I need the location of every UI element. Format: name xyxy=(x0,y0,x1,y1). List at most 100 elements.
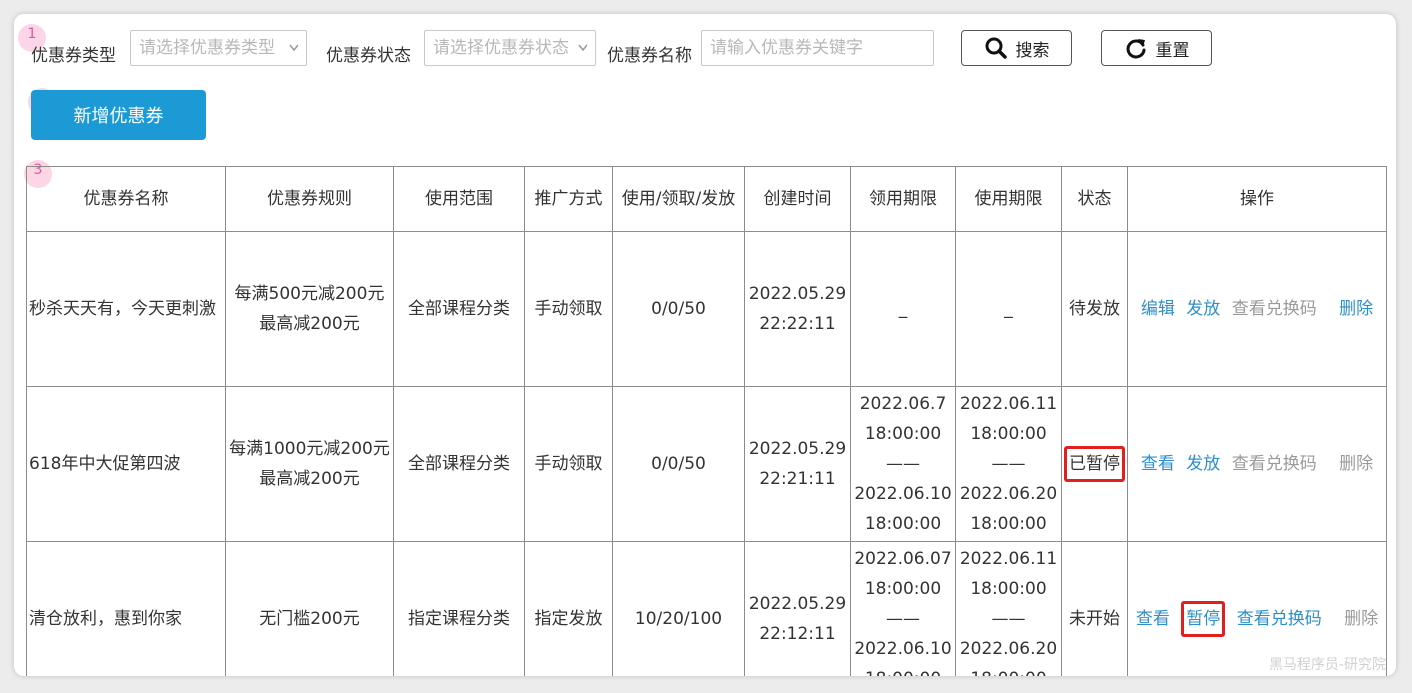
counts-cell: 0/0/50 xyxy=(612,386,745,542)
use-period-cell: 2022.06.11 18:00:00 —— 2022.06.20 18:00:… xyxy=(955,386,1062,542)
pause-link-highlighted[interactable]: 暂停 xyxy=(1181,601,1226,637)
claim-separator: —— xyxy=(886,609,920,629)
delete-link[interactable]: 删除 xyxy=(1339,294,1373,324)
use-start-time: 18:00:00 xyxy=(970,579,1047,599)
coupon-name-cell: 秒杀天天有，今天更刺激 xyxy=(26,231,226,387)
coupon-table: 优惠券名称 优惠券规则 使用范围 推广方式 使用/领取/发放 创建时间 领用期限… xyxy=(26,166,1387,676)
rule-line: 最高减200元 xyxy=(259,314,360,334)
add-coupon-button[interactable]: 新增优惠券 xyxy=(31,90,206,140)
reset-button[interactable]: 重置 xyxy=(1101,30,1212,66)
coupon-name-label: 优惠券名称 xyxy=(607,46,692,66)
status-cell: 待发放 xyxy=(1061,231,1128,387)
coupon-status-select[interactable]: 请选择优惠券状态 xyxy=(424,30,596,66)
rule-line: 每满500元减200元 xyxy=(234,284,385,304)
use-separator: —— xyxy=(991,454,1026,474)
status-cell: 已暂停 xyxy=(1061,386,1128,542)
status-badge-highlighted: 已暂停 xyxy=(1064,446,1125,482)
use-start-time: 18:00:00 xyxy=(970,424,1047,444)
view-codes-link[interactable]: 查看兑换码 xyxy=(1232,449,1317,479)
created-time-cell: 2022.05.29 22:22:11 xyxy=(744,231,851,387)
view-codes-link[interactable]: 查看兑换码 xyxy=(1232,294,1317,324)
claim-period-cell: _ xyxy=(850,231,956,387)
use-period-cell: 2022.06.11 18:00:00 —— 2022.06.20 18:00:… xyxy=(955,541,1062,676)
use-separator: —— xyxy=(991,609,1026,629)
header-status: 状态 xyxy=(1061,166,1128,232)
search-button-label: 搜索 xyxy=(1015,40,1050,61)
claim-period-cell: 2022.06.7 18:00:00 —— 2022.06.10 18:00:0… xyxy=(850,386,956,542)
search-button[interactable]: 搜索 xyxy=(961,30,1072,66)
claim-end-date: 2022.06.10 xyxy=(854,484,952,504)
coupon-management-panel: 1 2 3 优惠券类型 请选择优惠券类型 优惠券状态 请选择优惠券状态 优惠券名… xyxy=(14,14,1396,676)
coupon-rule-cell: 无门槛200元 xyxy=(225,541,394,676)
table-row: 清仓放利，惠到你家 无门槛200元 指定课程分类 指定发放 10/20/100 … xyxy=(26,541,1387,676)
scope-cell: 指定课程分类 xyxy=(393,541,525,676)
refresh-icon xyxy=(1126,39,1145,59)
claim-start-date: 2022.06.07 xyxy=(854,549,952,569)
issue-link[interactable]: 发放 xyxy=(1186,449,1220,479)
claim-start-time: 18:00:00 xyxy=(864,424,942,444)
coupon-type-placeholder: 请选择优惠券类型 xyxy=(139,38,275,58)
view-codes-link[interactable]: 查看兑换码 xyxy=(1237,604,1322,634)
header-coupon-name: 优惠券名称 xyxy=(26,166,226,232)
scope-cell: 全部课程分类 xyxy=(393,386,525,542)
rule-line: 无门槛200元 xyxy=(259,609,360,629)
counts-cell: 0/0/50 xyxy=(612,231,745,387)
claim-start-date: 2022.06.7 xyxy=(859,394,947,414)
promotion-cell: 指定发放 xyxy=(524,541,613,676)
issue-link[interactable]: 发放 xyxy=(1186,294,1220,324)
promotion-cell: 手动领取 xyxy=(524,386,613,542)
created-date: 2022.05.29 xyxy=(748,284,847,304)
coupon-rule-cell: 每满500元减200元 最高减200元 xyxy=(225,231,394,387)
created-time-cell: 2022.05.29 22:12:11 xyxy=(744,541,851,676)
chevron-down-icon xyxy=(577,31,589,78)
table-row: 秒杀天天有，今天更刺激 每满500元减200元 最高减200元 全部课程分类 手… xyxy=(26,231,1387,387)
table-row: 618年中大促第四波 每满1000元减200元 最高减200元 全部课程分类 手… xyxy=(26,386,1387,542)
chevron-down-icon xyxy=(288,31,300,78)
header-use-period: 使用期限 xyxy=(955,166,1062,232)
created-date: 2022.05.29 xyxy=(748,594,847,614)
coupon-status-placeholder: 请选择优惠券状态 xyxy=(433,38,569,58)
delete-link[interactable]: 删除 xyxy=(1339,449,1373,479)
edit-link[interactable]: 编辑 xyxy=(1141,294,1175,324)
claim-separator: —— xyxy=(886,454,920,474)
coupon-name-placeholder: 请输入优惠券关键字 xyxy=(710,38,863,58)
promotion-cell: 手动领取 xyxy=(524,231,613,387)
reset-button-label: 重置 xyxy=(1155,40,1190,61)
header-counts: 使用/领取/发放 xyxy=(612,166,745,232)
coupon-status-label: 优惠券状态 xyxy=(326,46,411,66)
status-cell: 未开始 xyxy=(1061,541,1128,676)
claim-period-cell: 2022.06.07 18:00:00 —— 2022.06.10 18:00:… xyxy=(850,541,956,676)
scope-cell: 全部课程分类 xyxy=(393,231,525,387)
search-icon xyxy=(985,37,1007,59)
created-clock: 22:21:11 xyxy=(759,469,836,489)
actions-cell: 查看 发放 查看兑换码 删除 xyxy=(1127,386,1387,542)
use-end-time: 18:00:00 xyxy=(970,514,1047,534)
created-time-cell: 2022.05.29 22:21:11 xyxy=(744,386,851,542)
use-end-date: 2022.06.20 xyxy=(959,484,1058,504)
use-period-cell: _ xyxy=(955,231,1062,387)
use-end-time: 18:00:00 xyxy=(957,664,1061,676)
watermark: 黑马程序员-研究院 xyxy=(1268,657,1386,673)
view-link[interactable]: 查看 xyxy=(1141,449,1175,479)
claim-start-time: 18:00:00 xyxy=(864,579,942,599)
created-clock: 22:12:11 xyxy=(759,624,836,644)
use-start-date: 2022.06.11 xyxy=(959,394,1058,414)
table-header-row: 优惠券名称 优惠券规则 使用范围 推广方式 使用/领取/发放 创建时间 领用期限… xyxy=(26,166,1387,232)
claim-end-time: 18:00:00 xyxy=(852,664,955,676)
coupon-name-cell: 清仓放利，惠到你家 xyxy=(26,541,226,676)
coupon-type-select[interactable]: 请选择优惠券类型 xyxy=(130,30,307,66)
header-actions: 操作 xyxy=(1127,166,1387,232)
coupon-name-input[interactable]: 请输入优惠券关键字 xyxy=(701,30,934,66)
header-coupon-rule: 优惠券规则 xyxy=(225,166,394,232)
use-start-date: 2022.06.11 xyxy=(959,549,1058,569)
header-promotion: 推广方式 xyxy=(524,166,613,232)
counts-cell: 10/20/100 xyxy=(612,541,745,676)
delete-link[interactable]: 删除 xyxy=(1344,604,1378,634)
rule-line: 最高减200元 xyxy=(259,469,360,489)
header-created-time: 创建时间 xyxy=(744,166,851,232)
coupon-type-label: 优惠券类型 xyxy=(31,46,116,66)
coupon-name-cell: 618年中大促第四波 xyxy=(26,386,226,542)
claim-end-date: 2022.06.10 xyxy=(854,639,952,659)
view-link[interactable]: 查看 xyxy=(1136,604,1170,634)
rule-line: 每满1000元减200元 xyxy=(229,439,390,459)
